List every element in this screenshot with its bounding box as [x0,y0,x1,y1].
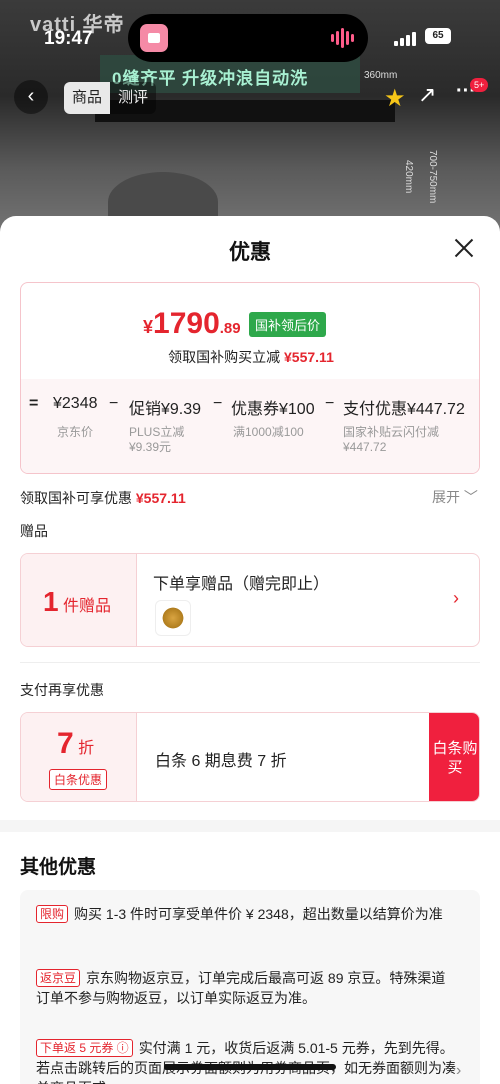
payment-sub-amount: ¥447.72 [343,440,387,454]
home-indicator[interactable] [164,1064,336,1070]
final-price: ¥1790.89 [143,307,241,341]
promo-tag: 下单返 5 元券 ⓘ [36,1039,133,1057]
chevron-right-icon[interactable]: › [456,1062,461,1080]
promo-tag: 限购 [36,905,69,923]
baitiao-discount: 7 折 [57,727,94,761]
other-discounts-list: 限购 购买 1-3 件时可享受单件价 ¥ 2348，超出数量以结算价为准 返京豆京… [20,890,480,1084]
price-breakdown-card: ¥1790.89 国补领后价 领取国补购买立减 ¥557.11 = ¥2348 … [20,282,480,474]
payment-discount: 支付优惠¥447.72 [343,401,465,418]
minus-sign: − [109,395,119,412]
chevron-right-icon[interactable]: › [453,588,459,609]
status-time: 19:47 [44,28,93,49]
dimension-label: 700-750mm [427,150,438,204]
list-item: 返京豆 京东购物返京豆，订单完成后最高可返 89 京豆。特殊渠道订单不参与购物返豆… [36,968,456,1008]
subsidy-summary: 领取国补可享优惠 ¥557.11 [20,488,186,508]
audio-wave-icon [331,28,354,48]
promo-sub-label: PLUS立减 [129,425,185,439]
dimension-label: 420mm [403,160,414,194]
baitiao-card: 7 折 白条优惠 白条 6 期息费 7 折 白条购买 [20,712,480,802]
gift-count-unit: 件赠品 [63,598,112,615]
tab-product[interactable]: 商品 [64,82,111,114]
jd-price: ¥2348 [53,395,98,412]
promo-sub-amount: ¥9.39元 [129,440,172,454]
price-integer: 1790 [153,307,220,340]
list-item: 限购 购买 1-3 件时可享受单件价 ¥ 2348，超出数量以结算价为准 [36,904,456,924]
discount-sheet: 优惠 ¥1790.89 国补领后价 领取国补购买立减 ¥557.11 = ¥23… [0,216,500,1084]
subsidy-summary-label: 领取国补可享优惠 [20,490,132,506]
divider [20,662,480,663]
expand-button[interactable]: 展开 ﹀ [432,487,478,507]
favorite-star-icon[interactable]: ★ [384,84,406,113]
tab-review[interactable]: 测评 [110,82,156,114]
minus-sign: − [213,395,223,412]
baitiao-buy-button[interactable]: 白条购买 [429,713,479,801]
dynamic-island[interactable] [128,14,368,62]
minus-sign: − [325,395,335,412]
baitiao-discount-panel: 7 折 白条优惠 [21,713,137,801]
app-icon[interactable] [140,24,168,52]
product-tabs: 商品 测评 [64,82,157,114]
gift-count-panel: 1 件赠品 [21,554,137,646]
gift-thumbnail[interactable] [155,600,191,636]
equals-sign: = [29,395,39,412]
sheet-title: 优惠 [229,241,271,264]
back-button[interactable]: ‹ [14,80,48,114]
signal-icon [394,32,416,46]
battery-icon: 65 [425,28,451,44]
dimension-label: 360mm [364,70,398,81]
jd-price-label: 京东价 [57,425,94,439]
list-item[interactable]: 下单返 5 元券 ⓘ 实付满 1 元，收货后返满 5.01-5 元券，先到先得。若… [36,1038,456,1084]
gift-count-number: 1 [43,586,59,617]
gift-count: 1 件赠品 [43,586,111,618]
baitiao-text: 白条 6 期息费 7 折 [155,753,287,770]
subsidy-line-amount: ¥557.11 [284,349,334,365]
payment-sub-label: 国家补贴云闪付减 [343,425,440,439]
close-icon[interactable] [452,236,476,260]
subsidy-price-tag: 国补领后价 [249,312,327,337]
coupon-discount: 优惠券¥100 [231,401,315,418]
message-badge: 5+ [470,78,489,92]
promo-tag: 返京豆 [36,969,81,987]
promo-text: 京东购物返京豆，订单完成后最高可返 89 京豆。特殊渠道订单不参与购物返豆，以订… [36,970,446,1006]
gift-card[interactable]: 1 件赠品 下单享赠品（赠完即止） › [20,553,480,647]
baitiao-badge: 白条优惠 [49,769,108,790]
payment-section-label: 支付再享优惠 [20,682,104,698]
gift-title: 下单享赠品（赠完即止） [153,576,330,593]
other-discounts-title: 其他优惠 [20,857,97,878]
baitiao-discount-number: 7 [57,727,74,760]
gift-section-label: 赠品 [20,523,48,539]
promo-text: 购买 1-3 件时可享受单件价 ¥ 2348，超出数量以结算价为准 [74,906,443,922]
price-currency: ¥ [143,317,154,337]
price-decimal: .89 [219,320,241,337]
price-calc-row: = ¥2348 − 促销¥9.39 − 优惠券¥100 − 支付优惠¥447.7… [21,395,479,425]
baitiao-discount-unit: 折 [78,740,95,757]
coupon-sub-label: 满1000减100 [233,425,304,439]
subsidy-summary-amount: ¥557.11 [135,490,186,506]
subsidy-line: 领取国补购买立减 ¥557.11 [21,347,479,367]
share-icon[interactable]: ↗ [418,82,436,108]
subsidy-line-label: 领取国补购买立减 [168,349,281,365]
promo-discount: 促销¥9.39 [129,401,202,418]
section-gap [0,820,500,832]
